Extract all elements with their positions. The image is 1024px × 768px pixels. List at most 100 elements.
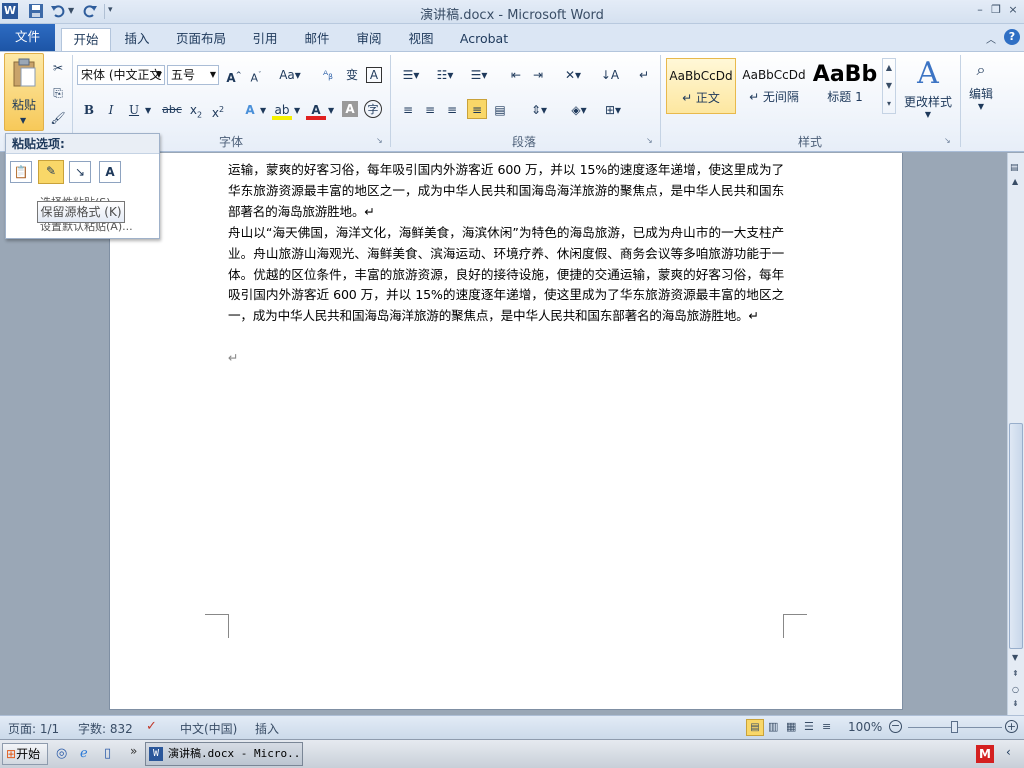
browser-icon[interactable]: ℯ — [80, 746, 88, 761]
word-count[interactable]: 字数: 832 — [78, 720, 133, 737]
styles-dialog-launcher-icon[interactable]: ↘ — [944, 136, 951, 145]
scroll-thumb[interactable] — [1009, 423, 1023, 649]
phonetic-guide-icon[interactable]: 变 — [342, 65, 362, 85]
strikethrough-icon[interactable]: abc — [160, 100, 184, 120]
tray-expand-icon[interactable]: ‹ — [1006, 745, 1011, 759]
font-size-combo[interactable]: 五号 ▼ — [167, 65, 219, 85]
underline-dropdown-icon[interactable]: ▼ — [145, 106, 151, 115]
tab-acrobat[interactable]: Acrobat — [454, 28, 514, 51]
paragraph-2[interactable]: 舟山以“海天佛国，海洋文化，海鲜美食，海滨休闲”为特色的海岛旅游，已成为舟山市的… — [228, 223, 784, 327]
language-indicator[interactable]: 中文(中国) — [180, 720, 237, 737]
full-screen-reading-icon[interactable]: ▥ — [768, 720, 778, 733]
borders-icon[interactable]: ⊞▾ — [600, 100, 626, 120]
font-name-combo[interactable]: 宋体 (中文正文 ▼ — [77, 65, 165, 85]
merge-formatting-icon[interactable]: ✎ — [38, 160, 64, 184]
outline-icon[interactable]: ☰ — [804, 720, 814, 733]
vertical-scrollbar[interactable]: ▤ ▲ ▼ ⇞ ○ ⇟ — [1007, 153, 1024, 715]
proofing-icon[interactable]: ✓ — [146, 719, 157, 734]
tab-insert[interactable]: 插入 — [116, 28, 158, 51]
copy-icon[interactable]: ⎘ — [48, 83, 68, 103]
show-formatting-icon[interactable]: ↵ — [634, 65, 654, 85]
more-icon[interactable]: » — [130, 744, 137, 758]
scroll-down-icon[interactable]: ▼ — [1012, 653, 1018, 662]
style-no-spacing[interactable]: AaBbCcDd ↵ 无间隔 — [739, 58, 809, 114]
draft-icon[interactable]: ≡ — [822, 720, 831, 733]
shrink-font-icon[interactable]: Aˇ — [246, 65, 266, 85]
font-color-icon[interactable]: A — [306, 100, 326, 120]
change-case-icon[interactable]: Aa▾ — [276, 65, 304, 85]
character-shading-icon[interactable]: A — [342, 101, 358, 117]
quick-launch-icon[interactable]: ◎ — [56, 746, 67, 761]
paragraph-dialog-launcher-icon[interactable]: ↘ — [646, 136, 653, 145]
tab-references[interactable]: 引用 — [244, 28, 286, 51]
grow-font-icon[interactable]: A^ — [224, 65, 244, 85]
numbering-icon[interactable]: ☷▾ — [432, 65, 458, 85]
editing-button[interactable]: ⌕ 编辑 ▼ — [964, 55, 998, 127]
close-button[interactable]: × — [1005, 3, 1021, 17]
cut-icon[interactable]: ✂ — [48, 58, 68, 78]
next-page-icon[interactable]: ⇟ — [1012, 699, 1019, 708]
font-color-dropdown-icon[interactable]: ▼ — [328, 106, 334, 115]
browse-object-icon[interactable]: ○ — [1012, 685, 1019, 694]
keep-source-formatting-icon[interactable]: 📋 — [10, 161, 32, 183]
distributed-icon[interactable]: ▤ — [490, 100, 510, 120]
chinese-layout-icon[interactable]: ✕▾ — [560, 65, 586, 85]
superscript-icon[interactable]: x2 — [208, 100, 228, 120]
highlight-icon[interactable]: ab — [272, 100, 292, 120]
zoom-slider-thumb[interactable] — [951, 721, 958, 733]
clear-formatting-icon[interactable]: ᴬᵦ — [318, 65, 338, 85]
bullets-icon[interactable]: ☰▾ — [398, 65, 424, 85]
sort-icon[interactable]: ↓A — [600, 65, 620, 85]
justify-icon[interactable]: ≡ — [467, 99, 487, 119]
shading-icon[interactable]: ◈▾ — [566, 100, 592, 120]
enclose-characters-icon[interactable]: 字 — [364, 100, 382, 118]
character-border-icon[interactable]: A — [366, 67, 382, 83]
zoom-in-icon[interactable]: + — [1005, 720, 1018, 733]
paragraph-1[interactable]: 运输，蒙爽的好客习俗，每年吸引国内外游客近 600 万，并以 15%的速度逐年递… — [228, 160, 784, 222]
align-center-icon[interactable]: ≡ — [420, 100, 440, 120]
help-icon[interactable]: ? — [1004, 29, 1020, 45]
paste-button[interactable]: 粘贴 ▼ — [4, 53, 44, 131]
decrease-indent-icon[interactable]: ⇤ — [506, 65, 526, 85]
ruler-toggle-icon[interactable]: ▤ — [1010, 163, 1019, 173]
align-right-icon[interactable]: ≡ — [442, 100, 462, 120]
keep-text-only-icon[interactable]: A — [99, 161, 121, 183]
tab-review[interactable]: 审阅 — [348, 28, 390, 51]
format-painter-icon[interactable]: 🖌 — [48, 108, 68, 128]
change-styles-button[interactable]: A 更改样式 ▼ — [900, 55, 956, 127]
styles-scroll[interactable]: ▲ ▼ ▾ — [882, 58, 896, 114]
underline-icon[interactable]: U — [124, 100, 144, 120]
align-left-icon[interactable]: ≡ — [398, 100, 418, 120]
print-layout-icon[interactable]: ▤ — [746, 719, 764, 736]
tab-page-layout[interactable]: 页面布局 — [170, 28, 232, 51]
style-heading-1[interactable]: AaBb 标题 1 — [812, 58, 878, 114]
app-launch-icon[interactable]: ▯ — [104, 746, 111, 761]
start-button[interactable]: ⊞开始 — [2, 743, 48, 765]
collapse-ribbon-icon[interactable]: ︿ — [986, 31, 996, 46]
tab-file[interactable]: 文件 — [0, 24, 55, 51]
scroll-up-icon[interactable]: ▲ — [1012, 177, 1018, 186]
text-effects-dropdown-icon[interactable]: ▼ — [260, 106, 266, 115]
zoom-level[interactable]: 100% — [848, 720, 882, 734]
tab-view[interactable]: 视图 — [400, 28, 442, 51]
text-effects-icon[interactable]: A — [240, 100, 260, 120]
taskbar-word-window[interactable]: W 演讲稿.docx - Micro... — [145, 742, 303, 766]
tray-app-icon[interactable]: M — [976, 745, 994, 763]
line-spacing-icon[interactable]: ⇕▾ — [526, 100, 552, 120]
zoom-out-icon[interactable]: − — [889, 720, 902, 733]
restore-button[interactable]: ❐ — [988, 3, 1004, 17]
multilevel-list-icon[interactable]: ☰▾ — [466, 65, 492, 85]
highlight-dropdown-icon[interactable]: ▼ — [294, 106, 300, 115]
page-count[interactable]: 页面: 1/1 — [8, 720, 59, 737]
web-layout-icon[interactable]: ▦ — [786, 720, 796, 733]
subscript-icon[interactable]: x2 — [186, 100, 206, 120]
font-dialog-launcher-icon[interactable]: ↘ — [376, 136, 383, 145]
increase-indent-icon[interactable]: ⇥ — [528, 65, 548, 85]
minimize-button[interactable]: – — [972, 3, 988, 17]
italic-icon[interactable]: I — [101, 100, 121, 120]
insert-mode-indicator[interactable]: 插入 — [255, 720, 279, 737]
bold-icon[interactable]: B — [79, 100, 99, 120]
paste-picture-icon[interactable]: ↘ — [69, 161, 91, 183]
tab-mailings[interactable]: 邮件 — [296, 28, 338, 51]
style-normal[interactable]: AaBbCcDd ↵ 正文 — [666, 58, 736, 114]
